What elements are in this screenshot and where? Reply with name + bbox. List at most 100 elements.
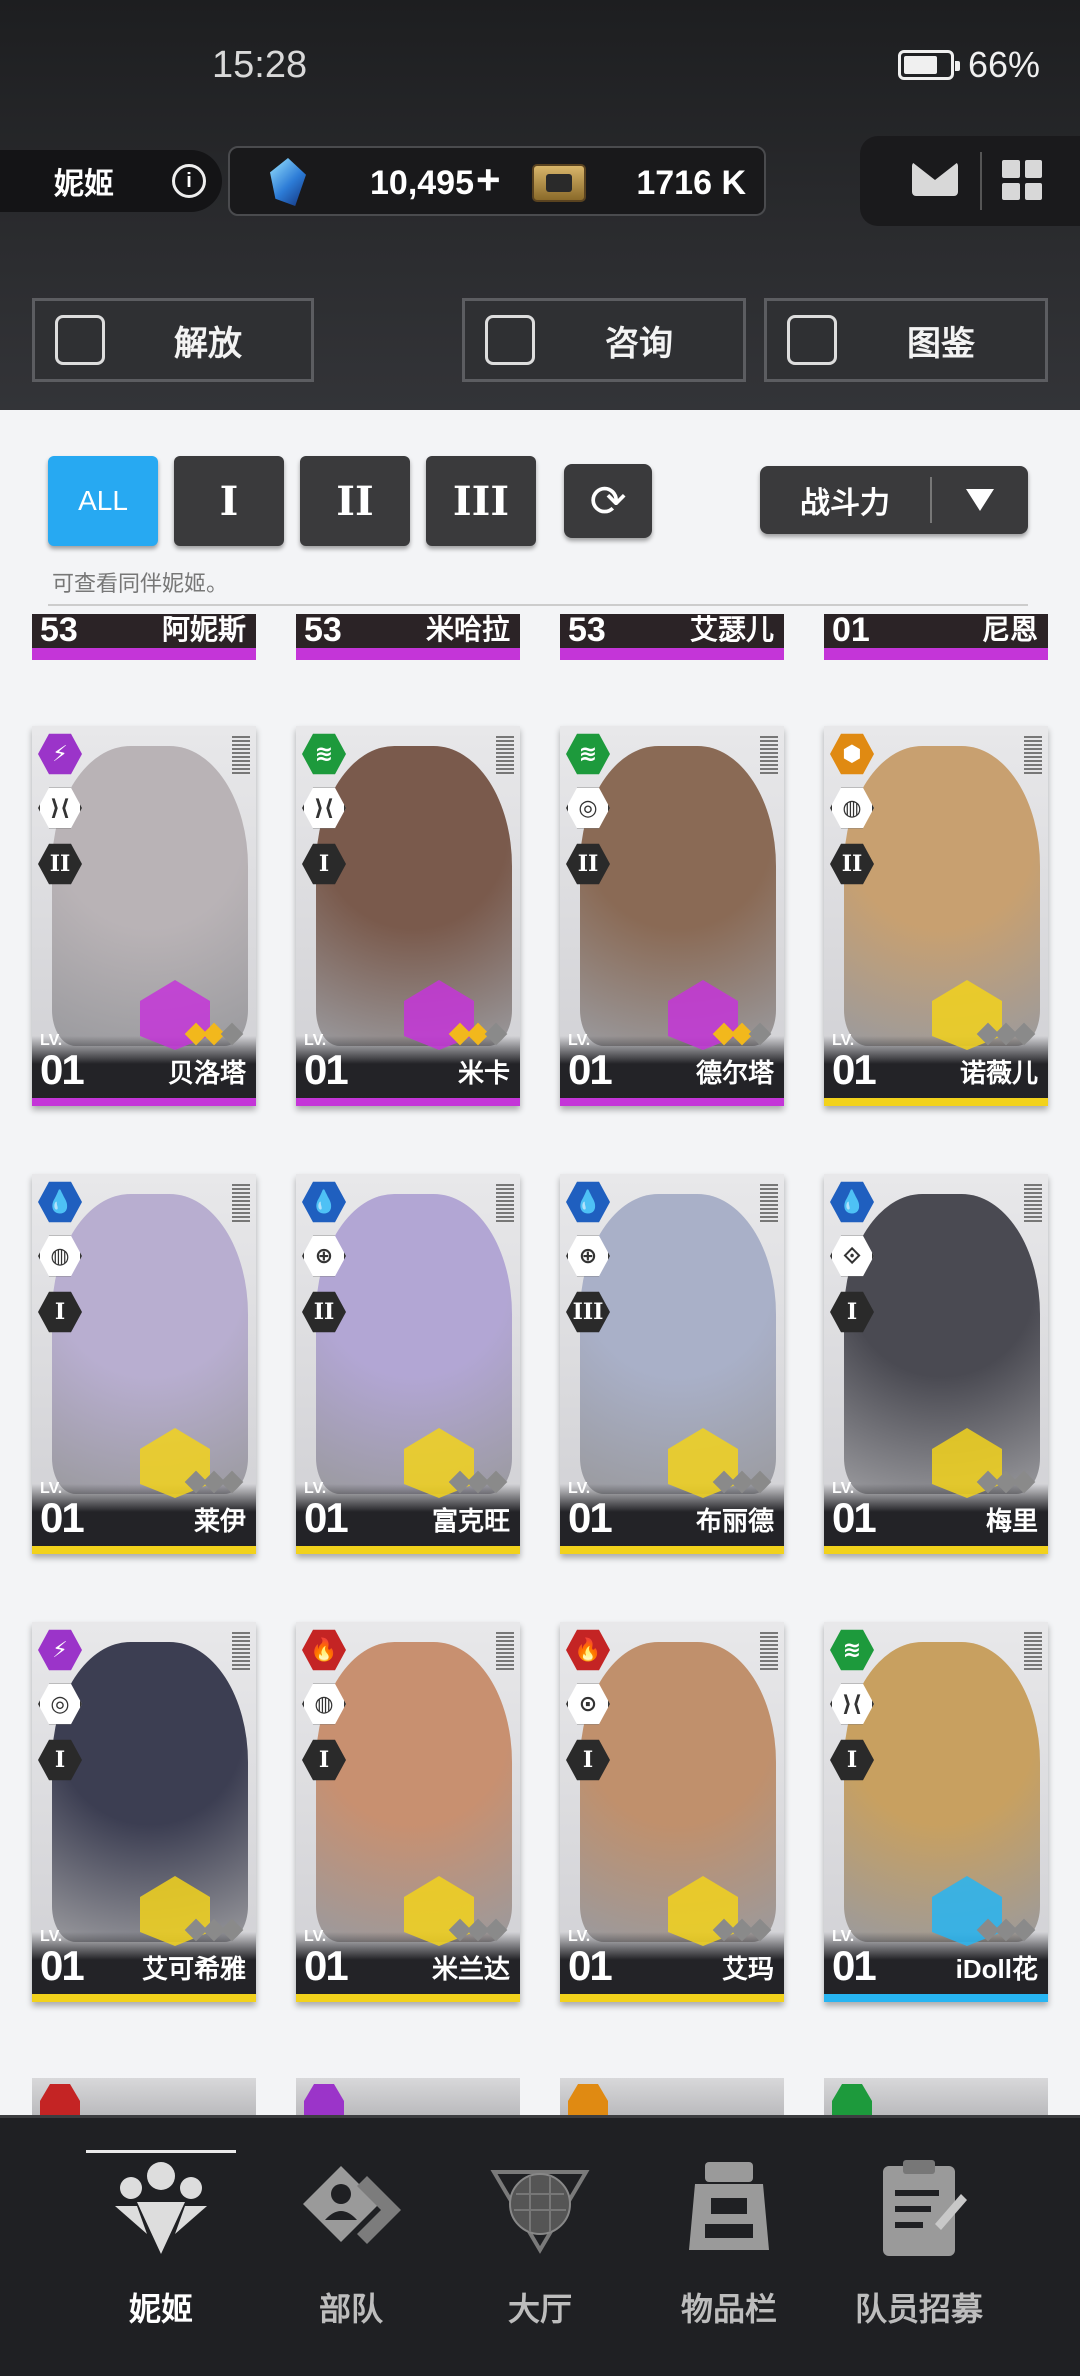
star-icon [484, 1022, 508, 1046]
card-level: 01 [832, 614, 870, 649]
nikke-card[interactable]: 🔥 ◍ I LV. 01 米兰达 [296, 1622, 520, 2002]
nikke-card-partial[interactable] [32, 2078, 256, 2115]
barcode-decoration [760, 1632, 778, 1672]
filter-burst-3-button[interactable]: III [426, 456, 536, 546]
nikke-card[interactable]: ≋ ⟩⟨ I LV. 01 米卡 [296, 726, 520, 1106]
nikke-card[interactable]: 💧 ⊕ II LV. 01 富克旺 [296, 1174, 520, 1554]
card-name: 德尔塔 [695, 1058, 774, 1088]
filter-burst-2-button[interactable]: II [300, 456, 410, 546]
divider [980, 152, 982, 210]
element-icon [568, 2084, 608, 2115]
card-level: 01 [304, 1942, 349, 1989]
filter-all-button[interactable]: ALL [48, 456, 158, 546]
element-icon [304, 2084, 344, 2115]
card-level: 01 [832, 1494, 877, 1541]
nikke-list-panel: ALL I II III ⟳ 战斗力 可查看同伴妮姬。 53 阿妮斯 53 米哈拉 53… [0, 410, 1080, 2115]
star-rating [976, 1470, 1036, 1494]
star-rating [712, 1918, 772, 1942]
divider [48, 604, 1028, 606]
barcode-decoration [760, 736, 778, 776]
bottom-nav: 妮姬 部队 大厅 物品栏 队员招募 [0, 2115, 1080, 2376]
nikke-card-partial[interactable]: 53 阿妮斯 [32, 614, 256, 660]
star-rating [184, 1470, 244, 1494]
card-name: 富克旺 [431, 1506, 510, 1536]
top-panel: 15:28 66% 妮姬 i 10,495 + 1716 K 解放 咨询 图鉴 [0, 0, 1080, 410]
nikke-card[interactable]: ⚡ ◎ I LV. 01 艾可希雅 [32, 1622, 256, 2002]
sort-label: 战斗力 [800, 487, 890, 520]
iron-icon: ⬢ [830, 733, 874, 775]
barcode-decoration [1024, 1632, 1042, 1672]
star-rating [976, 1022, 1036, 1046]
section-title-text: 妮姬 [54, 168, 114, 201]
star-icon [220, 1470, 244, 1494]
filter-burst-1-button[interactable]: I [174, 456, 284, 546]
nikke-card-partial[interactable] [296, 2078, 520, 2115]
nikke-card[interactable]: ≋ ⟩⟨ I LV. 01 iDoll花 [824, 1622, 1048, 2002]
star-rating [712, 1470, 772, 1494]
nikke-card[interactable]: 💧 ⟐ I LV. 01 梅里 [824, 1174, 1048, 1554]
card-name: 尼恩 [981, 614, 1038, 645]
consult-button[interactable]: 咨询 [462, 298, 746, 382]
info-icon[interactable]: i [172, 164, 206, 198]
buy-gems-button[interactable]: + [476, 156, 501, 204]
status-time: 15:28 [212, 44, 308, 86]
star-rating [448, 1470, 508, 1494]
menu-grid-icon[interactable] [1002, 160, 1042, 200]
star-icon [220, 1022, 244, 1046]
card-level: 01 [568, 1942, 613, 1989]
star-rating [448, 1022, 508, 1046]
limit-break-button[interactable]: 解放 [32, 298, 314, 382]
nikke-card[interactable]: 💧 ⊕ III LV. 01 布丽德 [560, 1174, 784, 1554]
card-name: 艾瑟儿 [689, 614, 774, 645]
nikke-card[interactable]: ⬢ ◍ II LV. 01 诺薇儿 [824, 726, 1048, 1106]
refresh-icon[interactable]: ⟳ [564, 464, 652, 538]
nav-nikke[interactable]: 妮姬 [66, 2118, 256, 2376]
nav-inventory[interactable]: 物品栏 [634, 2118, 824, 2376]
nav-recruit-label: 队员招募 [854, 2291, 983, 2327]
currency-bar: 10,495 + 1716 K [228, 146, 766, 216]
sort-dropdown[interactable]: 战斗力 [760, 466, 1028, 534]
inventory-icon [675, 2154, 783, 2262]
element-icon [832, 2084, 872, 2115]
card-level: 53 [568, 614, 606, 649]
nikke-card-partial[interactable] [824, 2078, 1048, 2115]
nav-squad-label: 部队 [318, 2291, 383, 2327]
card-level: 01 [832, 1046, 877, 1093]
card-level: 01 [568, 1494, 613, 1541]
nikke-card[interactable]: 🔥 ⊙ I LV. 01 艾玛 [560, 1622, 784, 2002]
star-rating [712, 1022, 772, 1046]
nav-lobby-label: 大厅 [507, 2291, 572, 2327]
barcode-decoration [496, 1184, 514, 1224]
rarity-bar [824, 1994, 1048, 2002]
utility-bar [860, 136, 1080, 226]
card-name: 阿妮斯 [161, 614, 246, 645]
nikke-card-partial[interactable]: 53 米哈拉 [296, 614, 520, 660]
nikke-card[interactable]: 💧 ◍ I LV. 01 莱伊 [32, 1174, 256, 1554]
nikke-card[interactable]: ≋ ◎ II LV. 01 德尔塔 [560, 726, 784, 1106]
barcode-decoration [232, 1632, 250, 1672]
card-name: 艾可希雅 [141, 1954, 246, 1984]
card-name: 艾玛 [721, 1954, 774, 1984]
star-icon [220, 1918, 244, 1942]
chevron-down-icon [932, 489, 1028, 511]
nav-squad[interactable]: 部队 [256, 2118, 446, 2376]
limit-break-label: 解放 [174, 324, 242, 363]
card-level: 01 [832, 1942, 877, 1989]
card-name: 诺薇儿 [959, 1058, 1038, 1088]
star-icon [484, 1470, 508, 1494]
nav-lobby[interactable]: 大厅 [445, 2118, 635, 2376]
codex-button[interactable]: 图鉴 [764, 298, 1048, 382]
card-name: 贝洛塔 [167, 1058, 246, 1088]
barcode-decoration [496, 736, 514, 776]
card-level: 53 [304, 614, 342, 649]
water-icon: 💧 [302, 1181, 346, 1223]
nikke-card[interactable]: ⚡ ⟩⟨ II LV. 01 贝洛塔 [32, 726, 256, 1106]
squad-icon [297, 2154, 405, 2262]
barcode-decoration [1024, 1184, 1042, 1224]
nikke-card-partial[interactable]: 53 艾瑟儿 [560, 614, 784, 660]
nikke-card-partial[interactable]: 01 尼恩 [824, 614, 1048, 660]
mail-icon[interactable] [912, 162, 958, 196]
nikke-card-partial[interactable] [560, 2078, 784, 2115]
nav-recruit[interactable]: 队员招募 [824, 2118, 1014, 2376]
barcode-decoration [496, 1632, 514, 1672]
